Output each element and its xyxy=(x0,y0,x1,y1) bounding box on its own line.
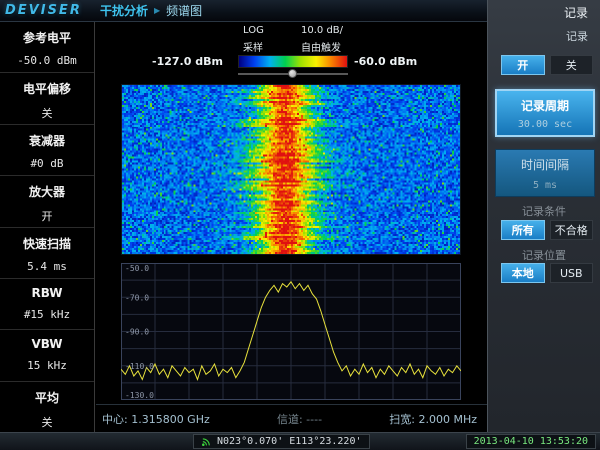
record-off-button[interactable]: 关 xyxy=(550,55,594,75)
param-fast-sweep[interactable]: 快速扫描 5.4 ms xyxy=(0,228,94,279)
record-location-group: 本地 USB xyxy=(501,263,593,283)
svg-text:-110.0: -110.0 xyxy=(125,362,154,371)
center-frequency: 中心: 1.315800 GHz xyxy=(102,411,210,430)
param-ref-level[interactable]: 参考电平 -50.0 dBm xyxy=(0,22,94,73)
param-level-offset[interactable]: 电平偏移 关 xyxy=(0,73,94,124)
record-onoff-group: 开 关 xyxy=(501,55,593,75)
span-readout: 扫宽: 2.000 MHz xyxy=(389,411,477,430)
time-interval-value: 5 ms xyxy=(498,180,592,191)
record-on-button[interactable]: 开 xyxy=(501,55,545,75)
trigger-label: 自由触发 xyxy=(301,39,341,54)
param-rbw[interactable]: RBW #15 kHz xyxy=(0,279,94,330)
datetime-readout: 2013-04-10 13:53:20 xyxy=(466,434,596,449)
page-title-secondary: 频谱图 xyxy=(166,2,202,19)
scale-info-row: LOG 10.0 dB/ xyxy=(243,25,343,36)
record-period-label: 记录周期 xyxy=(499,97,591,114)
spectrum-plot: -50.0 -70.0 -90.0 -110.0 -130.0 xyxy=(121,263,461,400)
condition-all-button[interactable]: 所有 xyxy=(501,220,545,240)
svg-text:-90.0: -90.0 xyxy=(125,328,149,337)
breadcrumb-arrow-icon: ▶ xyxy=(154,6,160,15)
record-period-value: 30.00 sec xyxy=(499,119,591,130)
color-scale-min: -127.0 dBm xyxy=(152,55,223,68)
param-value: 5.4 ms xyxy=(0,260,94,273)
time-interval-label: 时间间隔 xyxy=(498,156,592,173)
location-usb-button[interactable]: USB xyxy=(550,263,594,283)
param-vbw[interactable]: VBW 15 kHz xyxy=(0,330,94,381)
color-scale-max: -60.0 dBm xyxy=(354,55,417,68)
param-value: #0 dB xyxy=(0,157,94,170)
param-amplifier[interactable]: 放大器 开 xyxy=(0,176,94,227)
gps-coordinates: N023°0.070' E113°23.220' xyxy=(217,436,362,447)
record-condition-label: 记录条件 xyxy=(488,203,600,219)
param-value: 关 xyxy=(0,105,94,121)
param-value: 关 xyxy=(0,414,94,430)
analyzer-screen: DEVISER 干扰分析 ▶ 频谱图 参考电平 -50.0 dBm 电平偏移 关… xyxy=(0,0,600,450)
datetime-text: 2013-04-10 13:53:20 xyxy=(474,436,588,447)
svg-text:-70.0: -70.0 xyxy=(125,293,149,302)
menu-group-title: 记录 xyxy=(566,28,588,44)
brand-logo: DEVISER xyxy=(0,3,100,18)
param-label: 电平偏移 xyxy=(0,73,94,97)
param-label: 放大器 xyxy=(0,176,94,200)
param-value: #15 kHz xyxy=(0,308,94,321)
record-condition-group: 所有 不合格 xyxy=(501,220,593,240)
scale-slider-knob[interactable] xyxy=(288,69,297,78)
param-average[interactable]: 平均 关 xyxy=(0,382,94,432)
param-label: 衰减器 xyxy=(0,125,94,149)
gps-icon xyxy=(201,436,212,447)
page-title-primary: 干扰分析 xyxy=(100,2,148,19)
param-value: -50.0 dBm xyxy=(0,54,94,67)
record-period-button[interactable]: 记录周期 30.00 sec xyxy=(495,89,595,137)
left-parameter-panel: 参考电平 -50.0 dBm 电平偏移 关 衰减器 #0 dB 放大器 开 快速… xyxy=(0,22,95,432)
top-bar: DEVISER 干扰分析 ▶ 频谱图 xyxy=(0,0,487,22)
condition-fail-button[interactable]: 不合格 xyxy=(550,220,594,240)
svg-text:-130.0: -130.0 xyxy=(125,391,154,400)
color-scale-bar xyxy=(238,55,348,68)
param-value: 15 kHz xyxy=(0,359,94,372)
status-bar: N023°0.070' E113°23.220' 2013-04-10 13:5… xyxy=(0,432,600,450)
frequency-footer: 中心: 1.315800 GHz 信道: ---- 扫宽: 2.000 MHz xyxy=(96,404,487,430)
time-interval-button[interactable]: 时间间隔 5 ms xyxy=(495,149,595,197)
record-menu-panel: 记录 记录 开 关 记录周期 30.00 sec 时间间隔 5 ms 记录条件 … xyxy=(487,0,600,432)
channel-readout: 信道: ---- xyxy=(277,411,322,430)
menu-mode-label: 记录 xyxy=(564,4,588,21)
param-label: 参考电平 xyxy=(0,22,94,46)
spectrogram-waterfall xyxy=(121,84,461,255)
param-label: 平均 xyxy=(0,382,94,406)
param-label: RBW xyxy=(0,279,94,300)
param-label: VBW xyxy=(0,330,94,351)
detector-info-row: 采样 自由触发 xyxy=(243,39,341,54)
gps-readout: N023°0.070' E113°23.220' xyxy=(193,434,370,449)
detector-label: 采样 xyxy=(243,39,301,54)
param-label: 快速扫描 xyxy=(0,228,94,252)
log-label: LOG xyxy=(243,25,301,36)
param-value: 开 xyxy=(0,208,94,224)
param-attenuator[interactable]: 衰减器 #0 dB xyxy=(0,125,94,176)
main-display: LOG 10.0 dB/ 采样 自由触发 -127.0 dBm -60.0 dB… xyxy=(96,22,487,432)
location-local-button[interactable]: 本地 xyxy=(501,263,545,283)
svg-text:-50.0: -50.0 xyxy=(125,264,149,273)
breadcrumb: 干扰分析 ▶ 频谱图 xyxy=(100,2,202,19)
log-scale-value: 10.0 dB/ xyxy=(301,25,343,36)
record-location-label: 记录位置 xyxy=(488,247,600,263)
